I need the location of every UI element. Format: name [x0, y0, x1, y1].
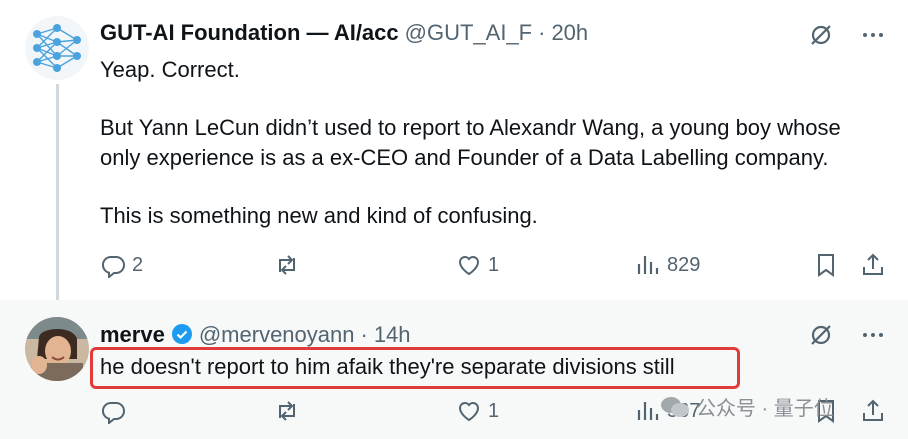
grok-icon[interactable]: [808, 22, 834, 48]
retweet-icon: [279, 255, 295, 275]
thread-connector: [56, 84, 59, 308]
like-button[interactable]: 1: [456, 252, 499, 278]
more-icon[interactable]: [860, 22, 886, 48]
retweet-button[interactable]: [274, 398, 306, 424]
tweet-text-line: This is something new and kind of confus…: [100, 203, 538, 228]
reply-icon: [101, 402, 125, 424]
tweet-text: he doesn't report to him afaik they're s…: [100, 354, 675, 379]
share-icon: [863, 399, 883, 421]
tweet-text-line: only experience is as a ex-CEO and Found…: [100, 145, 829, 170]
tweet-actions: 2 1 829: [100, 252, 890, 282]
avatar-merve[interactable]: [25, 317, 89, 381]
watermark-text: 公众号 · 量子位: [696, 398, 834, 420]
tweet-text-paragraph: But Yann LeCun didn’t used to report to …: [100, 113, 841, 173]
author-name[interactable]: GUT-AI Foundation — AI/acc: [100, 20, 399, 46]
reply-button[interactable]: 2: [100, 252, 143, 278]
reply-button[interactable]: [100, 398, 132, 424]
author-name[interactable]: merve: [100, 322, 165, 348]
views-icon: [637, 256, 659, 274]
like-count: 1: [488, 399, 500, 422]
bookmark-icon: [818, 254, 834, 277]
grok-icon[interactable]: [808, 322, 834, 348]
share-button[interactable]: [860, 398, 886, 424]
tweet-text-line: But Yann LeCun didn’t used to report to …: [100, 115, 841, 140]
avatar-gut-ai[interactable]: [25, 16, 89, 80]
views-icon: [637, 402, 659, 420]
user-photo: [25, 317, 89, 381]
reply-count: 2: [132, 253, 144, 276]
retweet-icon: [279, 401, 295, 421]
like-icon: [458, 256, 480, 276]
watermark: 公众号 · 量子位: [660, 392, 834, 421]
separator: ·: [538, 20, 546, 45]
separator: ·: [360, 322, 368, 347]
tweet-gut-ai[interactable]: GUT-AI Foundation — AI/acc @GUT_AI_F · 2…: [0, 0, 908, 308]
timestamp[interactable]: 14h: [374, 322, 411, 348]
bookmark-button[interactable]: [813, 252, 839, 278]
retweet-button[interactable]: [274, 252, 306, 278]
author-handle[interactable]: @GUT_AI_F: [405, 20, 532, 46]
share-icon: [863, 253, 883, 275]
neural-network-logo: [33, 24, 81, 72]
tweet-top-actions: [808, 22, 886, 48]
views-count: 829: [667, 253, 701, 276]
verified-badge-icon: [171, 323, 193, 345]
more-icon[interactable]: [860, 322, 886, 348]
tweet-text-line: Yeap. Correct.: [100, 57, 240, 82]
timestamp[interactable]: 20h: [551, 20, 588, 46]
like-count: 1: [488, 253, 500, 276]
tweet-header: merve @mervenoyann · 14h: [100, 320, 411, 348]
wechat-icon: [660, 395, 690, 419]
tweet-top-actions: [808, 322, 886, 348]
views-button[interactable]: 829: [635, 252, 700, 278]
tweet-header: GUT-AI Foundation — AI/acc @GUT_AI_F · 2…: [100, 20, 588, 46]
like-icon: [458, 402, 480, 422]
reply-icon: [101, 256, 125, 278]
author-handle[interactable]: @mervenoyann: [199, 322, 355, 348]
share-button[interactable]: [860, 252, 886, 278]
like-button[interactable]: 1: [456, 398, 499, 424]
